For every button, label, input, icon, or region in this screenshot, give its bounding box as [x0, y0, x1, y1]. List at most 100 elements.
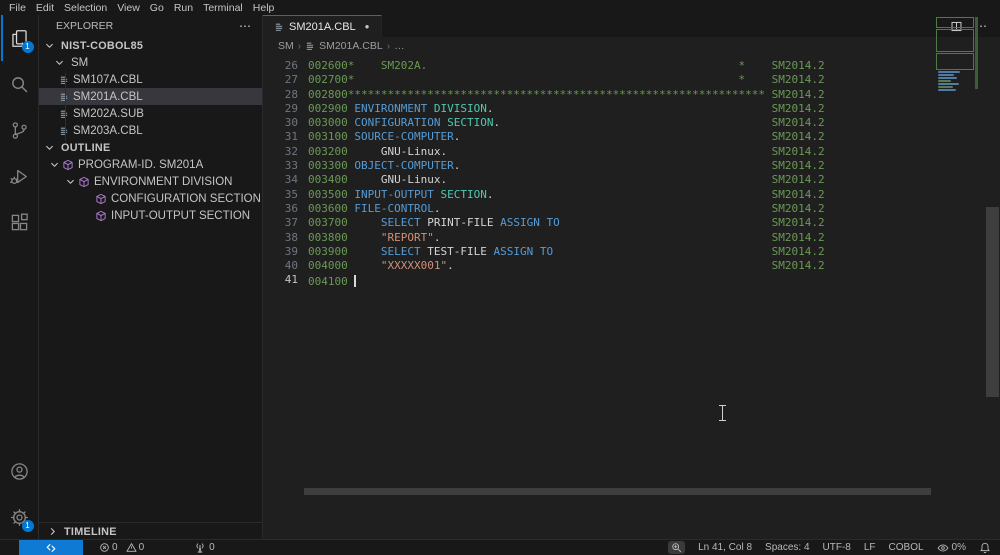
line-number: 34 — [284, 173, 298, 187]
vscode-window: File Edit Selection View Go Run Terminal Help 1 — [0, 0, 1000, 555]
code-line-39[interactable]: 39 003900 SELECT TEST-FILE ASSIGN TO SM20… — [263, 245, 1000, 259]
explorer-sidebar: EXPLORER ⋯ NIST-COBOL85 SM SM107A.CBL SM2… — [39, 15, 263, 540]
breadcrumb-separator: › — [386, 40, 391, 52]
file-icon — [306, 42, 314, 50]
breadcrumb-item[interactable]: … — [394, 40, 405, 52]
remote-icon — [46, 543, 56, 552]
code-line-33[interactable]: 33 003300 OBJECT-COMPUTER. SM2014.2 — [263, 159, 1000, 173]
workspace-root-label: NIST-COBOL85 — [61, 39, 144, 52]
outline-title: OUTLINE — [61, 141, 111, 154]
file-icon — [60, 93, 68, 101]
warning-count: 0 — [138, 542, 145, 553]
breadcrumb-separator: › — [297, 40, 302, 52]
activity-run-debug-button[interactable] — [1, 153, 38, 199]
problems-indicator[interactable]: 0 0 — [99, 542, 144, 553]
outline-item[interactable]: ENVIRONMENT DIVISION — [39, 173, 262, 190]
outline-section-header[interactable]: OUTLINE — [39, 139, 262, 156]
file-list: SM107A.CBL SM201A.CBL SM202A.SUB SM203A.CBL — [39, 71, 262, 139]
ports-count: 0 — [209, 542, 215, 553]
eol-indicator[interactable]: LF — [864, 542, 876, 553]
symbol-module-icon — [63, 159, 73, 170]
code-line-31[interactable]: 31 003100 SOURCE-COMPUTER. SM2014.2 — [263, 130, 1000, 144]
file-label: SM107A.CBL — [73, 73, 143, 86]
sidebar-more-actions-icon[interactable]: ⋯ — [239, 19, 252, 33]
cursor-position[interactable]: Ln 41, Col 8 — [698, 542, 752, 553]
code-line-26[interactable]: 26 002600* SM202A. * SM2014.2 — [263, 59, 1000, 73]
activity-accounts-button[interactable] — [1, 448, 38, 494]
breadcrumb: SM › SM201A.CBL ›… — [263, 37, 1000, 55]
minimap[interactable] — [934, 15, 980, 93]
activity-source-control-button[interactable] — [1, 107, 38, 153]
code-editor[interactable]: 26 002600* SM202A. * SM2014.2 27 002700* * … — [263, 55, 1000, 540]
code-line-27[interactable]: 27 002700* * SM2014.2 — [263, 73, 1000, 87]
menu-item-file[interactable]: File — [4, 2, 31, 14]
screencast-indicator[interactable]: 0% — [937, 542, 966, 554]
indentation-indicator[interactable]: Spaces: 4 — [765, 542, 809, 553]
code-line-32[interactable]: 32 003200 GNU-Linux. SM2014.2 — [263, 145, 1000, 159]
chevron-down-icon — [52, 57, 67, 68]
minimap-comment-strip — [975, 17, 978, 89]
timeline-section-header[interactable]: TIMELINE — [39, 523, 262, 540]
workspace-root-row[interactable]: NIST-COBOL85 — [39, 37, 262, 54]
code-line-30[interactable]: 30 003000 CONFIGURATION SECTION. SM2014.2 — [263, 116, 1000, 130]
outline-item[interactable]: INPUT-OUTPUT SECTION — [39, 207, 262, 224]
vertical-scrollbar[interactable] — [986, 207, 999, 397]
zoom-indicator[interactable] — [668, 541, 686, 554]
code-line-34[interactable]: 34 003400 GNU-Linux. SM2014.2 — [263, 173, 1000, 187]
code-line-40[interactable]: 40 004000 "XXXXX001". SM2014.2 — [263, 259, 1000, 273]
activity-extensions-button[interactable] — [1, 199, 38, 245]
file-item-SM107A.CBL[interactable]: SM107A.CBL — [39, 71, 262, 88]
code-line-38[interactable]: 38 003800 "REPORT". SM2014.2 — [263, 231, 1000, 245]
file-label: SM203A.CBL — [73, 124, 143, 137]
outline-item[interactable]: CONFIGURATION SECTION — [39, 190, 262, 207]
remote-indicator[interactable] — [19, 540, 83, 555]
modified-dot-icon[interactable]: ● — [365, 22, 370, 31]
code-line-41[interactable]: 41 004100 — [263, 273, 1000, 288]
file-icon — [275, 23, 283, 31]
source-control-icon — [12, 121, 27, 139]
menu-item-selection[interactable]: Selection — [59, 2, 112, 14]
outline-item-label: INPUT-OUTPUT SECTION — [111, 209, 251, 222]
encoding-indicator[interactable]: UTF-8 — [823, 542, 851, 553]
activity-settings-button[interactable]: 1 — [1, 494, 38, 540]
editor-group: SM201A.CBL ● ⋯ SM › SM201A.CBL ›… 26 002600*… — [263, 15, 1000, 540]
file-item-SM201A.CBL[interactable]: SM201A.CBL — [39, 88, 262, 105]
folder-row-sm[interactable]: SM — [39, 54, 262, 71]
ports-indicator[interactable]: 0 — [194, 542, 215, 554]
menu-item-edit[interactable]: Edit — [31, 2, 59, 14]
menu-item-terminal[interactable]: Terminal — [198, 2, 248, 14]
code-line-29[interactable]: 29 002900 ENVIRONMENT DIVISION. SM2014.2 — [263, 102, 1000, 116]
chevron-down-icon — [42, 142, 57, 153]
code-line-36[interactable]: 36 003600 FILE-CONTROL. SM2014.2 — [263, 202, 1000, 216]
line-number: 37 — [284, 216, 298, 230]
tab-sm201a[interactable]: SM201A.CBL ● — [263, 15, 382, 37]
tab-label: SM201A.CBL — [289, 20, 356, 33]
extensions-icon — [11, 213, 28, 230]
language-indicator[interactable]: COBOL — [889, 542, 924, 553]
file-label: SM202A.SUB — [73, 107, 144, 120]
workbench: 1 1 EXPLORER ⋯ NIST-COBOL85 SM SM107A.CB… — [0, 15, 1000, 540]
menu-item-run[interactable]: Run — [169, 2, 198, 14]
explorer-badge: 1 — [21, 41, 34, 53]
warning-icon — [126, 543, 137, 552]
activity-search-button[interactable] — [1, 61, 38, 107]
menu-item-help[interactable]: Help — [248, 2, 280, 14]
activity-explorer-button[interactable]: 1 — [1, 15, 38, 61]
folder-label: SM — [71, 56, 89, 69]
line-number: 30 — [284, 116, 298, 130]
file-item-SM202A.SUB[interactable]: SM202A.SUB — [39, 105, 262, 122]
line-number: 41 — [284, 273, 298, 287]
line-number: 36 — [284, 201, 298, 215]
outline-tree: PROGRAM-ID. SM201A ENVIRONMENT DIVISION CO… — [39, 156, 262, 224]
code-line-35[interactable]: 35 003500 INPUT-OUTPUT SECTION. SM2014.2 — [263, 188, 1000, 202]
bell-icon[interactable] — [979, 542, 991, 554]
code-line-37[interactable]: 37 003700 SELECT PRINT-FILE ASSIGN TO SM2… — [263, 216, 1000, 230]
breadcrumb-item[interactable]: SM — [278, 40, 294, 52]
horizontal-scrollbar[interactable] — [304, 488, 931, 495]
breadcrumb-item[interactable]: SM201A.CBL — [305, 40, 383, 52]
menu-item-view[interactable]: View — [112, 2, 145, 14]
code-line-28[interactable]: 28 002800********************************… — [263, 88, 1000, 102]
menu-item-go[interactable]: Go — [145, 2, 169, 14]
file-item-SM203A.CBL[interactable]: SM203A.CBL — [39, 122, 262, 139]
outline-item[interactable]: PROGRAM-ID. SM201A — [39, 156, 262, 173]
